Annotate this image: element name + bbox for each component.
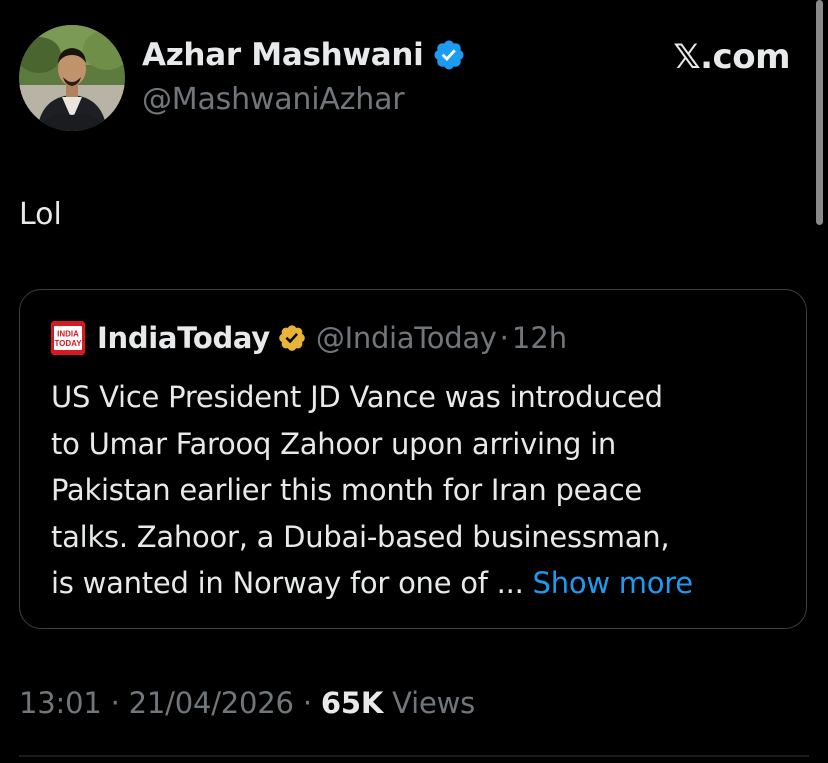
gold-verified-badge-icon	[279, 325, 305, 351]
meta-separator: ·	[101, 686, 129, 720]
quoted-timestamp[interactable]: 12h	[512, 321, 567, 355]
author-handle[interactable]: @MashwaniAzhar	[142, 82, 405, 117]
tweet-meta: 13:01 · 21/04/2026 · 65K Views	[19, 686, 475, 720]
author-name-text[interactable]: Azhar Mashwani	[142, 37, 424, 73]
tweet-date[interactable]: 21/04/2026	[129, 686, 294, 720]
quoted-author-handle[interactable]: @IndiaToday	[316, 321, 497, 355]
svg-text:TODAY: TODAY	[54, 339, 82, 348]
author-name[interactable]: Azhar Mashwani	[142, 37, 466, 73]
quoted-text-line: talks. Zahoor, a Dubai-based businessman…	[51, 519, 670, 554]
quoted-tweet-header: INDIA TODAY IndiaToday @IndiaToday · 12h	[51, 321, 567, 355]
author-avatar[interactable]	[19, 25, 125, 131]
quoted-text-line-last: is wanted in Norway for one of ... Show …	[51, 560, 791, 607]
quoted-text-fragment: is wanted in Norway for one of ...	[51, 566, 533, 600]
show-more-link[interactable]: Show more	[533, 566, 694, 600]
quoted-tweet-text: US Vice President JD Vance was introduce…	[51, 374, 791, 607]
quoted-tweet-card[interactable]: INDIA TODAY IndiaToday @IndiaToday · 12h…	[19, 289, 807, 629]
tweet-time[interactable]: 13:01	[19, 686, 102, 720]
quoted-author-name[interactable]: IndiaToday	[97, 321, 270, 355]
views-label: Views	[383, 686, 476, 720]
quoted-separator: ·	[499, 321, 509, 355]
india-today-logo-icon[interactable]: INDIA TODAY	[51, 321, 85, 355]
quoted-text-line: Pakistan earlier this month for Iran pea…	[51, 473, 643, 507]
svg-text:INDIA: INDIA	[57, 330, 79, 339]
verified-badge-icon	[434, 40, 464, 70]
tweet-text: Lol	[19, 197, 62, 232]
x-com-logo: 𝕏.com	[673, 37, 790, 77]
scrollbar[interactable]	[816, 0, 823, 225]
views-count[interactable]: 65K	[321, 686, 383, 720]
quoted-text-line: US Vice President JD Vance was introduce…	[51, 380, 663, 414]
meta-separator: ·	[293, 686, 321, 720]
bottom-divider	[19, 755, 809, 757]
quoted-text-line: to Umar Farooq Zahoor upon arriving in	[51, 426, 617, 461]
